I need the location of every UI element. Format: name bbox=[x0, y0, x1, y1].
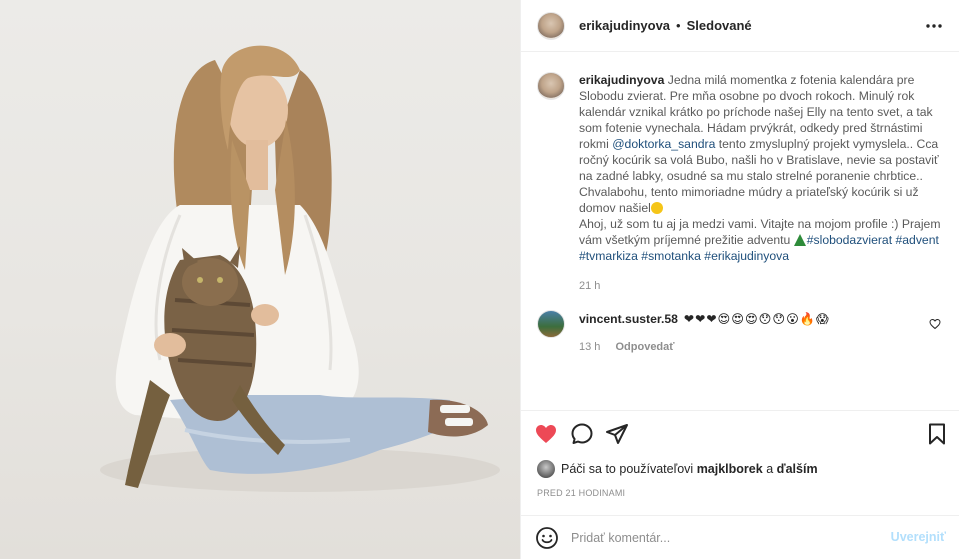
author-username[interactable]: erikajudinyova bbox=[579, 18, 670, 33]
caption-username[interactable]: erikajudinyova bbox=[579, 73, 664, 87]
more-dots-icon[interactable] bbox=[924, 16, 944, 36]
smiling-emoji-icon bbox=[650, 202, 663, 214]
caption-timestamp: 21 h bbox=[579, 280, 601, 292]
post-header: erikajudinyova • Sledované bbox=[521, 0, 959, 52]
commenter-avatar[interactable] bbox=[537, 310, 565, 338]
caption-hashtags-1[interactable]: #slobodazvierat #advent bbox=[807, 233, 939, 247]
post-photo[interactable] bbox=[0, 0, 520, 559]
comment-body: vincent.suster.58 ❤❤❤😍😍😍😯😯😮🔥😱 13 h Odpove… bbox=[579, 310, 830, 356]
comment-bubble-icon[interactable] bbox=[570, 422, 594, 446]
comment-emojis: ❤❤❤😍😍😍😯😯😮🔥😱 bbox=[683, 312, 830, 326]
post-details-panel: erikajudinyova • Sledované erikajudinyov… bbox=[520, 0, 959, 559]
publish-button[interactable]: Uverejniť bbox=[891, 530, 946, 544]
liker-avatar[interactable] bbox=[537, 460, 555, 478]
caption-author-avatar[interactable] bbox=[537, 72, 565, 100]
likes-and: a bbox=[766, 462, 774, 476]
heart-outline-icon[interactable] bbox=[929, 318, 941, 330]
likes-prefix: Páči sa to používateľovi bbox=[561, 462, 694, 476]
likes-summary: Páči sa to používateľovi majklborek a ďa… bbox=[537, 460, 818, 478]
paper-plane-icon[interactable] bbox=[605, 422, 629, 446]
heart-filled-icon[interactable] bbox=[534, 422, 558, 446]
author-avatar[interactable] bbox=[537, 11, 565, 40]
caption-hashtags-2[interactable]: #tvmarkiza #smotanka #erikajudinyova bbox=[579, 249, 789, 263]
comment-reply-button[interactable]: Odpovedať bbox=[615, 341, 674, 353]
post-actions bbox=[521, 422, 959, 448]
post-caption: erikajudinyova Jedna milá momentka z fot… bbox=[537, 72, 947, 294]
post-timestamp[interactable]: PRED 21 HODINAMI bbox=[537, 488, 625, 498]
photo-woman-with-cat bbox=[100, 45, 500, 492]
comment-timestamp: 13 h bbox=[579, 341, 601, 353]
smiley-icon[interactable] bbox=[535, 526, 559, 550]
commenter-username[interactable]: vincent.suster.58 bbox=[579, 312, 678, 326]
comment-meta: 13 h Odpovedať bbox=[579, 338, 830, 356]
comment-input[interactable] bbox=[571, 530, 891, 545]
caption-text: erikajudinyova Jedna milá momentka z fot… bbox=[579, 72, 945, 294]
liker-username[interactable]: majklborek bbox=[697, 462, 763, 476]
comment-item: vincent.suster.58 ❤❤❤😍😍😍😯😯😮🔥😱 13 h Odpove… bbox=[537, 310, 947, 356]
add-comment-bar: Uverejniť bbox=[521, 515, 959, 559]
likes-others-link[interactable]: ďalším bbox=[777, 462, 818, 476]
actions-divider bbox=[521, 410, 959, 411]
follow-status-button[interactable]: Sledované bbox=[687, 18, 752, 33]
christmas-tree-emoji-icon bbox=[793, 234, 806, 246]
bookmark-icon[interactable] bbox=[925, 422, 949, 446]
caption-mention-link[interactable]: @doktorka_sandra bbox=[612, 137, 715, 151]
header-separator: • bbox=[676, 18, 681, 33]
